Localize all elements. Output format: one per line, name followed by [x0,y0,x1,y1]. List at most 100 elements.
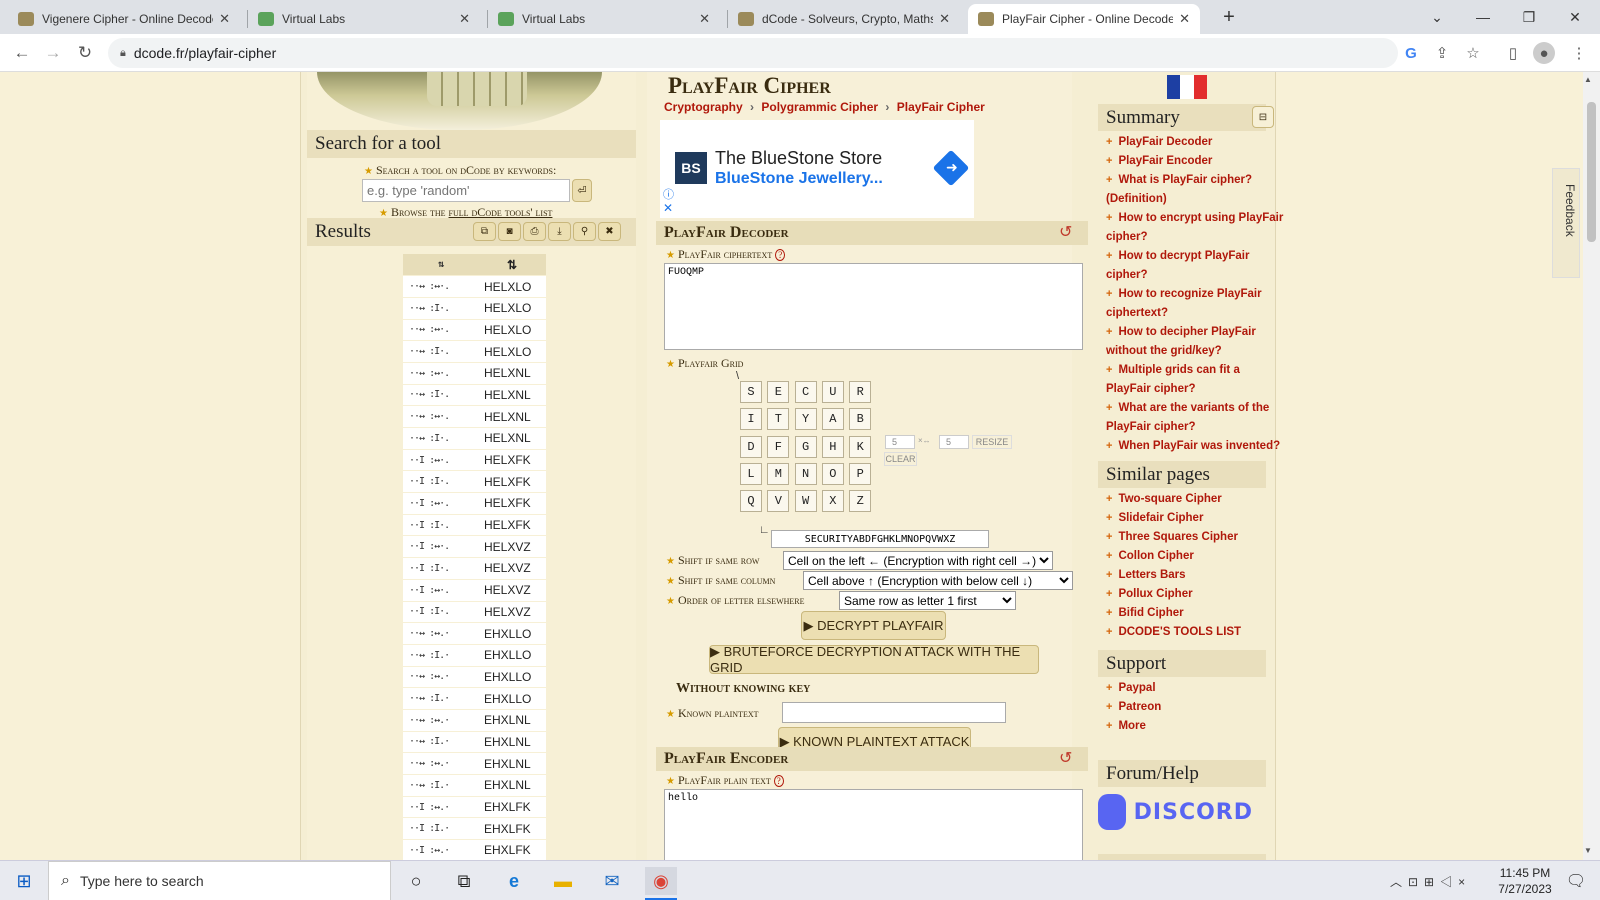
grid-cell[interactable]: H [821,435,844,458]
grid-cell[interactable]: O [821,462,844,485]
google-icon[interactable]: G [1400,42,1422,64]
sort-column-1-icon[interactable]: ⇅ [403,254,478,277]
cols-input[interactable] [939,435,969,449]
plaintext-input[interactable]: hello [664,789,1083,860]
grid-cell[interactable]: P [849,462,872,485]
system-tray-icons[interactable]: ︿⊡⊞◁× [1390,873,1471,890]
similar-link[interactable]: Slidefair Cipher [1106,509,1276,528]
close-tab-icon[interactable]: ✕ [459,11,470,27]
collapse-summary-icon[interactable]: ⊟ [1252,106,1274,128]
reset-decoder-icon[interactable]: ↺ [1059,222,1072,242]
clear-button[interactable]: CLEAR [884,452,917,466]
reset-encoder-icon[interactable]: ↺ [1059,748,1072,768]
ciphertext-input[interactable]: FUOQMP [664,263,1083,350]
decrypt-button[interactable]: ▶ DECRYPT PLAYFAIR [801,611,946,640]
forward-arrow-icon[interactable]: → [41,41,65,65]
grid-key-input[interactable] [771,530,989,548]
order-select[interactable]: Same row as letter 1 first [839,591,1016,610]
grid-cell[interactable]: L [740,462,762,485]
sort-column-2-icon[interactable]: ⇅ [478,254,546,277]
summary-link[interactable]: How to decipher PlayFair without the gri… [1106,323,1284,361]
breadcrumb-polygrammic[interactable]: Polygrammic Cipher [761,100,878,114]
tab-virtual-labs-1[interactable]: Virtual Labs ✕ [248,4,480,34]
search-input[interactable] [362,179,570,202]
resize-button[interactable]: RESIZE [972,435,1012,449]
close-window-button[interactable]: ✕ [1552,4,1598,30]
chrome-icon[interactable]: ◉ [645,867,677,895]
shift-row-select[interactable]: Cell on the left ← (Encryption with righ… [783,551,1053,570]
page-scrollbar[interactable]: ▲ ▼ [1583,72,1600,860]
summary-link[interactable]: How to decrypt PlayFair cipher? [1106,247,1284,285]
screenshot-icon[interactable]: ◙ [498,222,521,241]
summary-link[interactable]: How to encrypt using PlayFair cipher? [1106,209,1284,247]
grid-cell[interactable]: I [740,408,762,431]
ad-info-icon[interactable]: ⓘ [663,186,674,202]
task-view-icon[interactable]: ⧉ [448,867,480,895]
grid-cell[interactable]: C [794,381,817,403]
windows-start-icon[interactable]: ⊞ [8,867,40,895]
ad-close-icon[interactable]: ✕ [663,201,673,215]
similar-link[interactable]: Letters Bars [1106,566,1276,585]
tab-virtual-labs-2[interactable]: Virtual Labs ✕ [488,4,720,34]
back-arrow-icon[interactable]: ← [10,41,34,65]
advertisement[interactable]: BS The BlueStone Store BlueStone Jewelle… [660,120,974,218]
summary-link[interactable]: PlayFair Encoder [1106,152,1284,171]
grid-cell[interactable]: S [740,381,762,403]
notification-icon[interactable]: 🗨︎ [1560,867,1592,895]
edge-icon[interactable]: e [498,867,530,895]
clock[interactable]: 11:45 PM 7/27/2023 [1490,865,1560,897]
reload-icon[interactable]: ↻ [73,41,97,65]
minimize-button[interactable]: — [1460,4,1506,30]
summary-link[interactable]: When PlayFair was invented? [1106,437,1284,456]
grid-cell[interactable]: W [794,490,817,513]
grid-cell[interactable]: R [849,381,872,403]
grid-cell[interactable]: A [821,408,844,431]
similar-link[interactable]: Pollux Cipher [1106,585,1276,604]
shift-column-select[interactable]: Cell above ↑ (Encryption with below cell… [803,571,1073,590]
full-tools-list-link[interactable]: full dCode tools' list [449,205,553,219]
cortana-icon[interactable]: ○ [400,867,432,895]
url-bar[interactable]: 🔒︎ dcode.fr/playfair-cipher [108,38,1398,68]
grid-cell[interactable]: Z [849,490,872,513]
grid-cell[interactable]: U [821,381,844,403]
grid-cell[interactable]: X [821,490,844,513]
grid-cell[interactable]: D [740,435,762,458]
bookmark-star-icon[interactable]: ☆ [1462,42,1484,64]
grid-cell[interactable]: F [767,435,790,458]
support-link[interactable]: More [1106,717,1276,736]
summary-link[interactable]: How to recognize PlayFair ciphertext? [1106,285,1284,323]
grid-cell[interactable]: Q [740,490,762,513]
grid-cell[interactable]: V [767,490,790,513]
grid-cell[interactable]: E [767,381,790,403]
tab-dcode[interactable]: dCode - Solveurs, Crypto, Maths, ✕ [728,4,960,34]
similar-link[interactable]: Three Squares Cipher [1106,528,1276,547]
grid-cell[interactable]: Y [794,408,817,431]
close-tab-icon[interactable]: ✕ [1179,11,1190,27]
summary-link[interactable]: What is PlayFair cipher? (Definition) [1106,171,1284,209]
grid-cell[interactable]: T [767,408,790,431]
restore-button[interactable]: ❐ [1506,4,1552,30]
tab-playfair[interactable]: PlayFair Cipher - Online Decoder, ✕ [968,4,1200,34]
similar-link[interactable]: DCODE'S TOOLS LIST [1106,623,1276,642]
close-tab-icon[interactable]: ✕ [699,11,710,27]
close-tab-icon[interactable]: ✕ [219,11,230,27]
support-link[interactable]: Patreon [1106,698,1276,717]
close-tab-icon[interactable]: ✕ [939,11,950,27]
search-submit-icon[interactable]: ⏎ [572,179,592,202]
discord-link[interactable]: DISCORD [1098,790,1253,834]
side-panel-icon[interactable]: ▯ [1502,42,1524,64]
tab-vigenere[interactable]: Vigenere Cipher - Online Decode ✕ [8,4,240,34]
grid-cell[interactable]: B [849,408,872,431]
similar-link[interactable]: Two-square Cipher [1106,490,1276,509]
print-icon[interactable]: ⎙ [523,222,546,241]
scrollbar-thumb[interactable] [1587,102,1596,242]
summary-link[interactable]: PlayFair Decoder [1106,133,1284,152]
summary-link[interactable]: Multiple grids can fit a PlayFair cipher… [1106,361,1284,399]
similar-link[interactable]: Bifid Cipher [1106,604,1276,623]
file-explorer-icon[interactable]: ▬ [547,867,579,895]
taskbar-search-box[interactable]: ⌕ Type here to search [48,861,391,900]
download-icon[interactable]: ⤓ [548,222,571,241]
tab-search-chevron-icon[interactable]: ⌄ [1414,4,1460,30]
new-tab-button[interactable]: + [1206,4,1252,30]
mail-icon[interactable]: ✉ [596,867,628,895]
